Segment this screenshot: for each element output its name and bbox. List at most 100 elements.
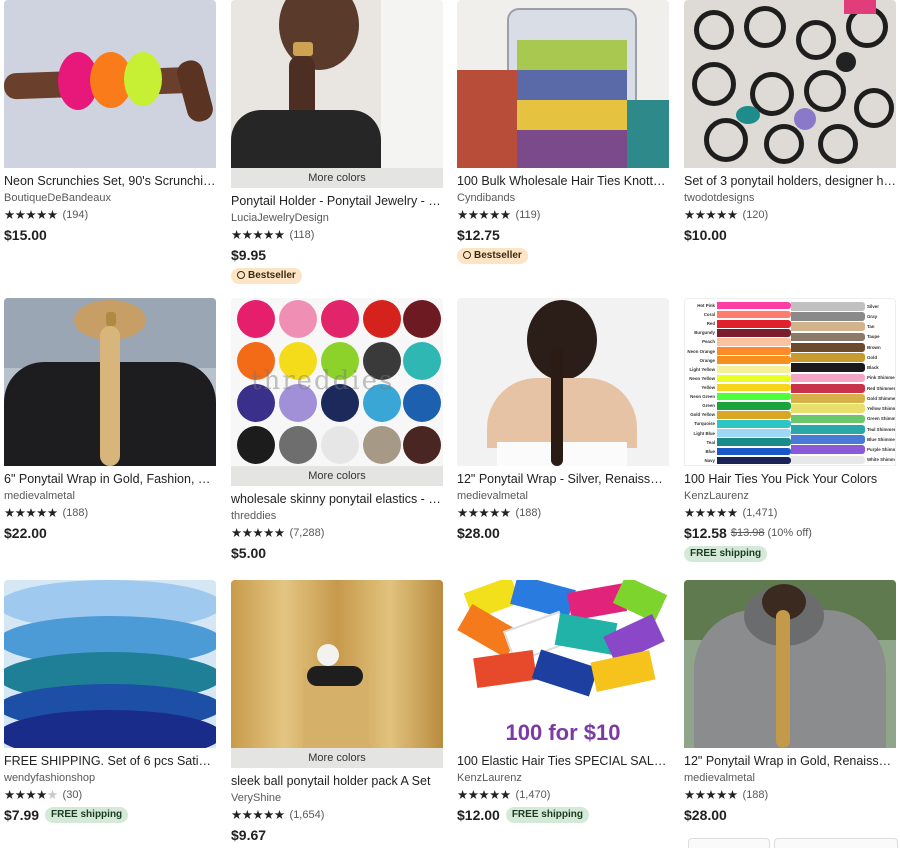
star-rating-icon: ★★★★★ bbox=[457, 208, 511, 222]
listing-card[interactable]: Hot Pink Coral Red Burgundy Peach Neon Orange… bbox=[684, 298, 896, 562]
color-swatch-label: Orange bbox=[699, 357, 715, 363]
listing-image[interactable]: Hot Pink Coral Red Burgundy Peach Neon Orange… bbox=[684, 298, 896, 466]
award-ribbon-icon bbox=[463, 251, 471, 259]
color-swatch-row: Gray bbox=[791, 311, 895, 321]
listing-title[interactable]: wholesale skinny ponytail elastics - hai… bbox=[231, 491, 443, 507]
listing-image[interactable] bbox=[684, 580, 896, 748]
review-count: (188) bbox=[515, 507, 542, 519]
color-swatch-label: Gold Yellow bbox=[690, 412, 715, 418]
color-swatch bbox=[717, 429, 791, 437]
star-rating-icon: ★★★★★ bbox=[684, 788, 738, 802]
listing-card[interactable]: More colors Ponytail Holder - Ponytail J… bbox=[231, 0, 443, 284]
shop-name[interactable]: medievalmetal bbox=[4, 489, 216, 503]
color-swatch-label: Green Shimmer bbox=[867, 416, 895, 422]
shop-name[interactable]: KenzLaurenz bbox=[684, 489, 896, 503]
listing-title[interactable]: Set of 3 ponytail holders, designer hair… bbox=[684, 173, 896, 189]
shop-name[interactable]: VeryShine bbox=[231, 791, 443, 805]
listing-image[interactable] bbox=[4, 580, 216, 748]
color-swatch-label: Navy bbox=[704, 457, 716, 463]
color-swatch-label: Black bbox=[867, 365, 879, 371]
listing-image[interactable] bbox=[231, 580, 443, 748]
price: $12.75 bbox=[457, 226, 500, 243]
shop-name[interactable]: Cyndibands bbox=[457, 191, 669, 205]
color-swatch bbox=[791, 394, 865, 403]
color-swatch-row: Tan bbox=[791, 322, 895, 332]
rating: ★★★★★ (1,470) bbox=[457, 788, 669, 802]
color-swatch-row: Yellow bbox=[687, 383, 791, 392]
listing-title[interactable]: 12" Ponytail Wrap - Silver, Renaissance,… bbox=[457, 471, 669, 487]
listing-image[interactable] bbox=[4, 0, 216, 168]
color-swatch bbox=[791, 301, 865, 311]
listing-image[interactable]: 100 for $10 bbox=[457, 580, 669, 748]
listing-image[interactable] bbox=[457, 0, 669, 168]
color-swatch bbox=[791, 353, 865, 362]
listing-card[interactable]: Set of 3 ponytail holders, designer hair… bbox=[684, 0, 896, 243]
listing-image[interactable] bbox=[4, 298, 216, 466]
listing-title[interactable]: FREE SHIPPING. Set of 6 pcs Satin Scrunc… bbox=[4, 753, 216, 769]
free-shipping-badge: FREE shipping bbox=[684, 546, 768, 562]
review-count: (30) bbox=[62, 789, 83, 801]
listing-title[interactable]: 100 Bulk Wholesale Hair Ties Knotted Ela… bbox=[457, 173, 669, 189]
listing-image[interactable] bbox=[457, 298, 669, 466]
color-swatch-label: Teal bbox=[706, 439, 715, 445]
color-swatch-label: Pink Shimmer bbox=[867, 375, 895, 381]
rating: ★★★★★ (7,288) bbox=[231, 526, 443, 540]
sale-overlay-text: 100 for $10 bbox=[505, 720, 621, 745]
color-swatch bbox=[791, 455, 865, 465]
review-count: (1,654) bbox=[289, 809, 325, 821]
color-chart-left: Hot Pink Coral Red Burgundy Peach Neon Orange… bbox=[687, 301, 791, 465]
shop-name[interactable]: medievalmetal bbox=[457, 489, 669, 503]
shop-name[interactable]: LuciaJewelryDesign bbox=[231, 211, 443, 225]
price: $28.00 bbox=[457, 524, 500, 541]
shop-name[interactable]: medievalmetal bbox=[684, 771, 896, 785]
shop-name[interactable]: twodotdesigns bbox=[684, 191, 896, 205]
shop-name[interactable]: BoutiqueDeBandeaux bbox=[4, 191, 216, 205]
free-shipping-badge: FREE shipping bbox=[45, 806, 129, 823]
color-swatch-row: Brown bbox=[791, 342, 895, 352]
listing-image[interactable] bbox=[231, 0, 443, 168]
shop-name[interactable]: wendyfashionshop bbox=[4, 771, 216, 785]
listing-card[interactable]: 100 for $10 100 Elastic Hair Ties SPECIA… bbox=[457, 580, 669, 823]
listing-card[interactable]: 6" Ponytail Wrap in Gold, Fashion, Renai… bbox=[4, 298, 216, 541]
pagination-tab[interactable] bbox=[688, 838, 770, 848]
listing-title[interactable]: 6" Ponytail Wrap in Gold, Fashion, Renai… bbox=[4, 471, 216, 487]
more-colors-label[interactable]: More colors bbox=[231, 466, 443, 486]
color-swatch-row: Light Blue bbox=[687, 429, 791, 438]
listing-card[interactable]: threddies More colors wholesale skinny p… bbox=[231, 298, 443, 561]
color-swatch bbox=[717, 301, 791, 310]
listing-image[interactable] bbox=[684, 0, 896, 168]
color-swatch-row: Blue bbox=[687, 447, 791, 456]
listing-image[interactable]: threddies bbox=[231, 298, 443, 466]
listing-card[interactable]: 12" Ponytail Wrap in Gold, Renaissance, … bbox=[684, 580, 896, 823]
listing-title[interactable]: Ponytail Holder - Ponytail Jewelry - Gol… bbox=[231, 193, 443, 209]
color-swatch-row: Gold Shimmer bbox=[791, 393, 895, 403]
price: $10.00 bbox=[684, 226, 727, 243]
color-swatch-row: Green bbox=[687, 401, 791, 410]
listing-title[interactable]: Neon Scrunchies Set, 90's Scrunchie, Bri… bbox=[4, 173, 216, 189]
listing-title[interactable]: 12" Ponytail Wrap in Gold, Renaissance, … bbox=[684, 753, 896, 769]
review-count: (194) bbox=[62, 209, 89, 221]
color-swatch-row: Coral bbox=[687, 310, 791, 319]
color-swatch bbox=[717, 401, 791, 410]
listing-card[interactable]: FREE SHIPPING. Set of 6 pcs Satin Scrunc… bbox=[4, 580, 216, 823]
color-swatch bbox=[717, 310, 791, 319]
listing-card[interactable]: Neon Scrunchies Set, 90's Scrunchie, Bri… bbox=[4, 0, 216, 243]
listing-card[interactable]: 12" Ponytail Wrap - Silver, Renaissance,… bbox=[457, 298, 669, 541]
color-swatch-label: Purple Shimmer bbox=[867, 447, 895, 453]
price: $7.99 bbox=[4, 806, 40, 823]
listing-card[interactable]: More colors sleek ball ponytail holder p… bbox=[231, 580, 443, 843]
review-count: (118) bbox=[289, 229, 315, 241]
listing-card[interactable]: 100 Bulk Wholesale Hair Ties Knotted Ela… bbox=[457, 0, 669, 264]
pagination-tab[interactable] bbox=[774, 838, 898, 848]
listing-title[interactable]: 100 Hair Ties You Pick Your Colors bbox=[684, 471, 896, 487]
more-colors-label[interactable]: More colors bbox=[231, 748, 443, 768]
shop-name[interactable]: KenzLaurenz bbox=[457, 771, 669, 785]
color-swatch bbox=[717, 420, 791, 428]
color-swatch-label: Gold bbox=[867, 354, 877, 360]
color-swatch-label: Green bbox=[702, 403, 715, 409]
listing-title[interactable]: sleek ball ponytail holder pack A Set bbox=[231, 773, 443, 789]
color-swatch bbox=[791, 332, 865, 342]
shop-name[interactable]: threddies bbox=[231, 509, 443, 523]
listing-title[interactable]: 100 Elastic Hair Ties SPECIAL SALE Mixed… bbox=[457, 753, 669, 769]
more-colors-label[interactable]: More colors bbox=[231, 168, 443, 188]
